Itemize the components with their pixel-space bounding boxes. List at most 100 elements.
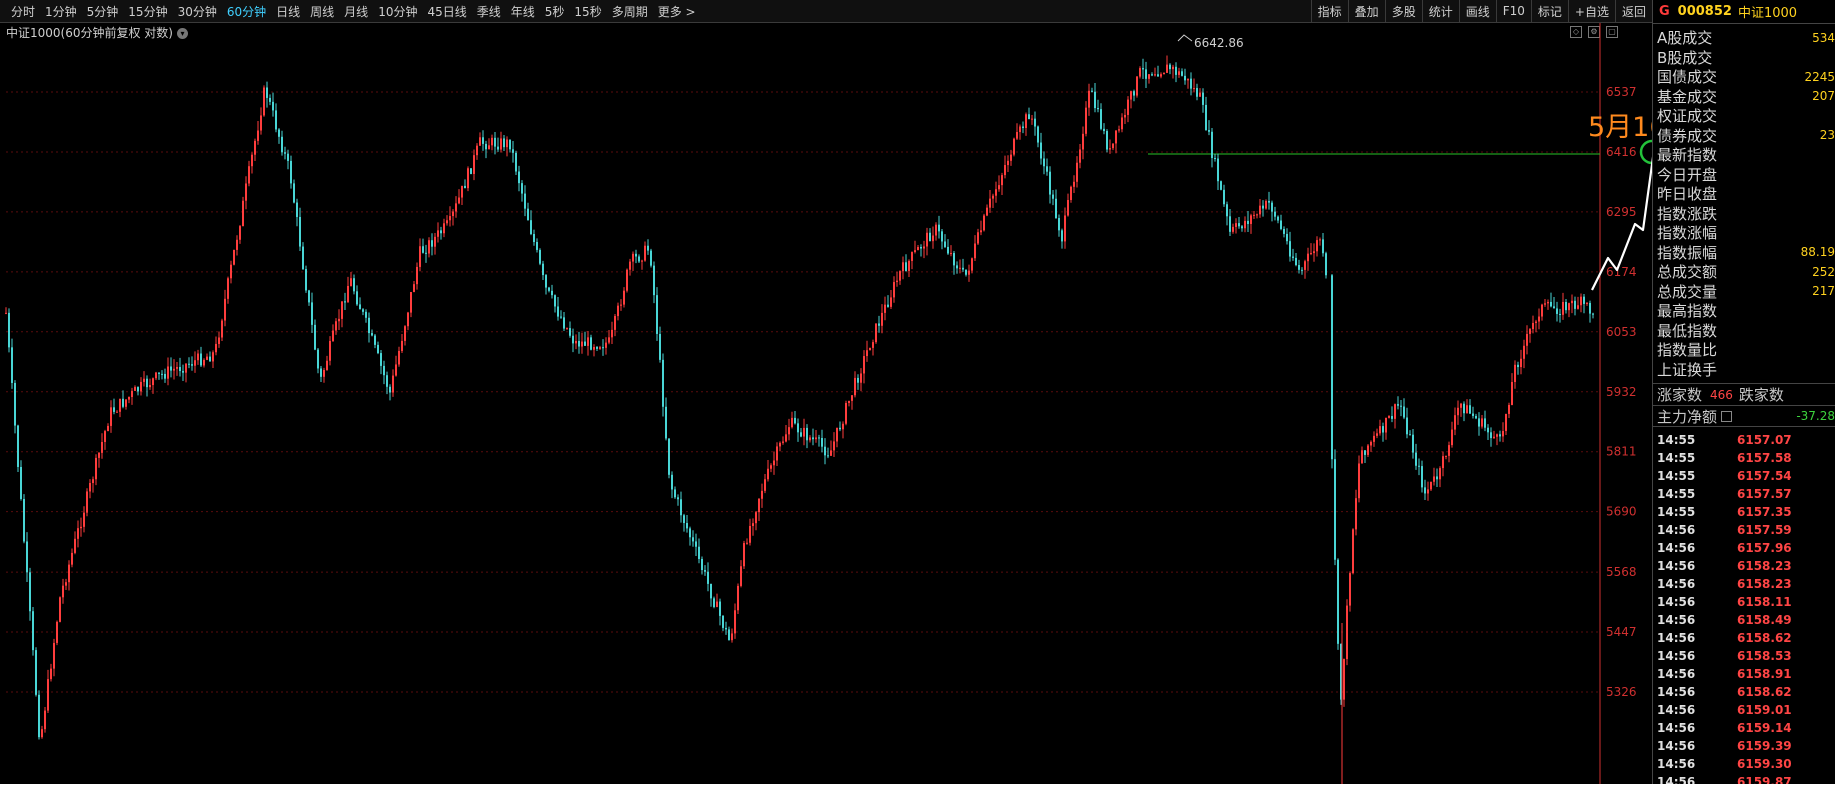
y-axis-label: 5447	[1606, 625, 1637, 639]
candle-body	[380, 353, 382, 366]
period-tab[interactable]: 15分钟	[123, 3, 172, 20]
candle-body	[1295, 257, 1297, 266]
period-tab[interactable]: 分时	[6, 3, 40, 20]
candle-body	[449, 216, 451, 221]
tool-button[interactable]: +自选	[1567, 0, 1615, 22]
candle-body	[14, 382, 16, 426]
candle-body	[374, 335, 376, 345]
tool-button[interactable]: 返回	[1614, 0, 1652, 22]
candle-body	[803, 427, 805, 437]
period-tab[interactable]: 年线	[506, 3, 540, 20]
candle-body	[296, 202, 298, 217]
candle-body	[1145, 69, 1147, 79]
tick-price: 6158.23	[1737, 559, 1792, 573]
candle-body	[1370, 441, 1372, 446]
candle-body	[680, 499, 682, 516]
candle-body	[494, 137, 496, 147]
candle-body	[1469, 405, 1471, 414]
candle-body	[395, 364, 397, 376]
candle-body	[32, 611, 34, 651]
tick-list[interactable]: 14:55 6157.07 14:55 6157.58 14:55 6157.54 14:5…	[1653, 427, 1835, 784]
period-tab[interactable]: 日线	[271, 3, 305, 20]
tick-price: 6159.87	[1737, 775, 1792, 784]
candle-body	[401, 340, 403, 351]
tick-row: 14:56 6159.87	[1653, 773, 1835, 784]
period-tab[interactable]: 月线	[339, 3, 373, 20]
candle-body	[437, 230, 439, 237]
candle-body	[1052, 194, 1054, 199]
tool-button[interactable]: 统计	[1421, 0, 1459, 22]
candle-body	[1376, 433, 1378, 436]
candle-body	[179, 367, 181, 372]
tick-price: 6159.01	[1737, 703, 1792, 717]
candle-body	[113, 407, 115, 412]
candle-body	[443, 223, 445, 234]
tick-price: 6159.39	[1737, 739, 1792, 753]
tool-button[interactable]: 画线	[1458, 0, 1496, 22]
tool-button[interactable]: F10	[1495, 0, 1531, 22]
candle-body	[905, 262, 907, 271]
period-tab[interactable]: 1分钟	[40, 3, 82, 20]
candle-body	[782, 441, 784, 443]
period-tab[interactable]: 45日线	[422, 3, 471, 20]
candle-body	[797, 423, 799, 433]
tool-button[interactable]: 多股	[1384, 0, 1422, 22]
group-flag[interactable]: G	[1653, 4, 1678, 19]
period-tab[interactable]: 5分钟	[82, 3, 124, 20]
tick-time: 14:56	[1657, 685, 1696, 699]
candle-body	[1229, 216, 1231, 232]
candle-body	[878, 323, 880, 326]
candle-body	[248, 166, 250, 184]
candle-body	[1025, 114, 1027, 128]
tick-row: 14:55 6157.07	[1653, 431, 1835, 449]
tool-button[interactable]: 指标	[1310, 0, 1348, 22]
candle-body	[269, 97, 271, 102]
tick-price: 6159.30	[1737, 757, 1792, 771]
candle-body	[1517, 364, 1519, 368]
list-icon[interactable]	[1721, 410, 1733, 422]
period-tab[interactable]: 多周期	[607, 3, 653, 20]
kline-chart[interactable]: 6537 6416 6295 6174 6053 5932 5811 5690 5568 5447…	[0, 23, 1652, 784]
candle-body	[710, 583, 712, 599]
tick-time: 14:56	[1657, 739, 1696, 753]
tick-price: 6157.57	[1737, 487, 1792, 501]
candle-body	[788, 427, 790, 435]
candle-body	[104, 431, 106, 442]
stat-row: 今日开盘	[1653, 165, 1835, 185]
period-tab[interactable]: 季线	[472, 3, 506, 20]
candle-body	[1358, 463, 1360, 499]
candle-body	[953, 253, 955, 266]
candle-body	[659, 333, 661, 360]
stat-value: 207	[1812, 89, 1835, 104]
candle-body	[161, 373, 163, 375]
candle-body	[158, 372, 160, 374]
tool-button[interactable]: 标记	[1530, 0, 1568, 22]
candle-body	[422, 246, 424, 253]
period-tab[interactable]: 60分钟	[222, 3, 271, 20]
index-code: 000852	[1677, 4, 1732, 19]
tool-button[interactable]: 叠加	[1347, 0, 1385, 22]
candle-body	[1478, 418, 1480, 427]
period-tab[interactable]: 15秒	[569, 3, 606, 20]
period-tab[interactable]: 周线	[305, 3, 339, 20]
period-tab[interactable]: 30分钟	[173, 3, 222, 20]
candle-body	[1289, 241, 1291, 257]
period-tab[interactable]: 10分钟	[373, 3, 422, 20]
candle-body	[1337, 559, 1339, 644]
candle-body	[134, 387, 136, 391]
candle-body	[170, 366, 172, 371]
candle-body	[278, 129, 280, 137]
candle-body	[689, 528, 691, 538]
candle-body	[110, 407, 112, 426]
period-tab[interactable]: 5秒	[540, 3, 570, 20]
candle-body	[1412, 434, 1414, 453]
candle-body	[824, 446, 826, 456]
candle-body	[1496, 434, 1498, 437]
candle-body	[1481, 418, 1483, 427]
stat-row: 总成交量 217	[1653, 282, 1835, 302]
candle-body	[326, 360, 328, 370]
tick-time: 14:56	[1657, 667, 1696, 681]
period-tab[interactable]: 更多 >	[653, 3, 701, 20]
candle-body	[1283, 228, 1285, 234]
candle-body	[143, 378, 145, 382]
